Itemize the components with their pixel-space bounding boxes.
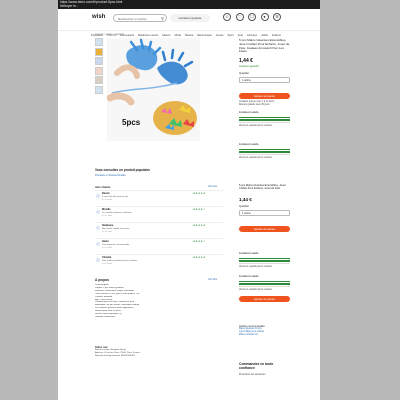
shipping-note: Livraison gratuite (239, 65, 259, 68)
search-icon[interactable]: ⚲ (161, 15, 164, 21)
site-logo[interactable]: wish (92, 14, 105, 20)
right-block-1-title: Livraison suivie (239, 111, 259, 114)
review-item: Chantal Petit cadeau parfait pour les en… (95, 254, 223, 266)
address-bar[interactable]: https://www.temu.com/fr/product-5pcs.htm… (58, 0, 320, 9)
second-quantity-select[interactable]: 1 article (239, 210, 290, 216)
menu-icon[interactable]: ☰ (273, 13, 281, 21)
popular-link[interactable]: Populaire en Fiestas Pinatas (95, 174, 125, 177)
stock-bars-2 (239, 149, 290, 156)
lower-block-1-sub: Vendu et expédié par le vendeur (239, 266, 273, 268)
product-photo (107, 38, 200, 141)
lower-block-1-title: Livraison suivie (239, 252, 259, 255)
thumbnail-4[interactable] (95, 66, 103, 75)
recommended-link-3[interactable]: Pâte à modeler lot (239, 334, 290, 337)
right-block-2-title: Livraison suivie (239, 143, 259, 146)
globe-icon[interactable]: ● (260, 13, 269, 21)
second-offer-price: 1,44 € (239, 197, 252, 202)
trust-title: Commandez en toute confiance (239, 362, 274, 371)
review-date: il y a 4 mois (102, 262, 112, 265)
popular-title: Vous consultez un produit populaire (95, 168, 151, 172)
review-item: Helen Tres amusant, recommande il y a 5 … (95, 238, 223, 250)
review-text: Il sont très bien pour le prix (102, 195, 129, 198)
stock-bars-4 (239, 281, 290, 288)
review-text: Petit cadeau parfait pour les enfants (102, 259, 138, 262)
about-line: Garantie satisfaction (95, 315, 115, 318)
stock-bars-3 (239, 258, 290, 265)
thumbnail-3[interactable] (95, 57, 103, 65)
search-input[interactable]: Rechercher un article ⚲ (113, 14, 167, 22)
thumbnail-strip (95, 38, 103, 95)
avatar (96, 194, 100, 198)
trust-section: Commandez en toute confiance Protection … (239, 362, 290, 376)
free-shipping-pill[interactable]: Livraison gratuite (170, 14, 210, 22)
heart-icon[interactable]: ♡ (235, 13, 244, 21)
delivery-info: Livraison prévue sous 7 à 12 jours Retou… (239, 101, 290, 107)
about-see-more[interactable]: Voir plus (208, 278, 217, 281)
address-line-2: Nettoyer le... (60, 4, 79, 9)
review-text: Tres amusant, recommande (102, 243, 130, 246)
right-block-1-sub: Vendu et expédié par le vendeur (239, 125, 273, 127)
add-to-cart-button[interactable]: Ajouter au panier (239, 93, 290, 99)
user-icon[interactable]: ☺ (223, 13, 231, 21)
review-stars: ★★★★★ (193, 224, 206, 227)
thumbnail-5[interactable] (95, 76, 103, 84)
avatar (96, 226, 100, 230)
delivery-line-2: Retours gratuits sous 30 jours (239, 103, 270, 106)
review-date: il y a 2 mois (102, 214, 112, 217)
review-date: il y a 3 mois (102, 198, 112, 201)
review-text: Bon achat, rapide à recevoir (102, 227, 130, 230)
seller-line: Numéro d'enregistrement: FR123456789 (95, 354, 135, 357)
reviews-see-all[interactable]: Voir tous (208, 185, 217, 188)
breadcrumb[interactable]: Accueil > Jouets > Gadgets (95, 33, 124, 36)
seller-section: Infos sur Raison sociale: Boutique Jouet… (95, 345, 221, 357)
lower-block-2-title: Livraison suivie (239, 275, 259, 278)
third-add-to-cart-button[interactable]: Ajouter au panier (239, 296, 290, 302)
about-title: À propos (95, 278, 109, 282)
product-price: 1,44 € (239, 58, 253, 64)
cart-icon[interactable]: ☐ (248, 13, 256, 21)
right-block-2-sub: Vendu et expédié par le vendeur (239, 157, 273, 159)
thumbnail-2[interactable] (95, 47, 103, 56)
product-main-image[interactable]: 5pcs (107, 38, 200, 141)
review-text: Les enfants adorent, conforme (102, 211, 132, 214)
review-item: Stéphane Bon achat, rapide à recevoir il… (95, 222, 223, 234)
review-stars: ★★★★☆ (193, 208, 206, 211)
quantity-select[interactable]: 1 article (239, 77, 290, 83)
header-icons: ☺ ♡ ☐ ● ☰ (223, 13, 281, 23)
category-tab[interactable]: Jouets (216, 34, 224, 39)
product-title: 5 pcs Mains Gluantes Extensibles, Jouet … (239, 38, 290, 54)
avatar (96, 258, 100, 262)
second-add-to-cart-button[interactable]: Ajouter au panier (239, 226, 290, 232)
avatar (96, 210, 100, 214)
review-item: Mireille Les enfants adorent, conforme i… (95, 206, 223, 218)
second-quantity-label: Quantité (239, 205, 249, 208)
review-item: Daniel Il sont très bien pour le prix il… (95, 190, 223, 202)
stock-bars-1 (239, 117, 290, 124)
search-placeholder: Rechercher un article (118, 17, 147, 21)
image-overlay-label: 5pcs (122, 118, 141, 127)
category-tab[interactable]: Sport (227, 34, 233, 39)
review-date: il y a 1 mois (102, 230, 112, 233)
thumbnail-1[interactable] (95, 38, 103, 46)
review-stars: ★★★★★ (193, 256, 206, 259)
lower-block-2-sub: Vendu et expédié par le vendeur (239, 289, 273, 291)
site-header: wish Rechercher un article ⚲ Livraison g… (58, 9, 320, 37)
reviews-title: Avis clients (95, 185, 111, 189)
browser-window: https://www.temu.com/fr/product-5pcs.htm… (58, 0, 320, 400)
second-offer-title: 5 pcs Mains Gluantes Extensibles, Jouet … (239, 184, 286, 190)
quantity-label: Quantité (239, 72, 249, 75)
avatar (96, 242, 100, 246)
thumbnail-6[interactable] (95, 85, 103, 94)
recommended-section: Articles recommandés Mains gluantes 10 p… (239, 325, 290, 337)
review-date: il y a 5 mois (102, 246, 112, 249)
about-section: À propos La description Paquet: 5 pcs Ma… (95, 278, 221, 319)
review-stars: ★★★★☆ (193, 240, 206, 243)
trust-line[interactable]: Protection des acheteurs (239, 373, 290, 376)
review-stars: ★★★★★ (193, 192, 206, 195)
